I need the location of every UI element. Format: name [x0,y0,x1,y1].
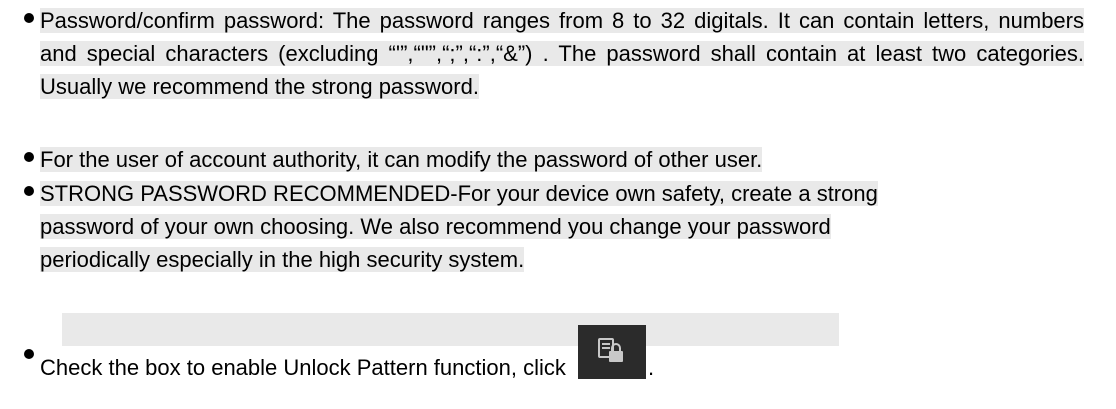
account-authority-text: For the user of account authority, it ca… [40,147,763,172]
unlock-pattern-icon [577,325,646,379]
bullet-dot [24,13,34,23]
password-rules-text: Password/confirm password: The password … [40,8,1084,99]
bullet-dot [24,349,34,359]
unlock-pattern-text: Check the box to enable Unlock Pattern f… [40,325,1084,395]
document: Password/confirm password: The password … [0,0,1116,409]
bullet-dot [24,152,34,162]
bullet-dot [24,186,34,196]
strong-password-text: STRONG PASSWORD RECOMMENDED-For your dev… [40,181,878,272]
